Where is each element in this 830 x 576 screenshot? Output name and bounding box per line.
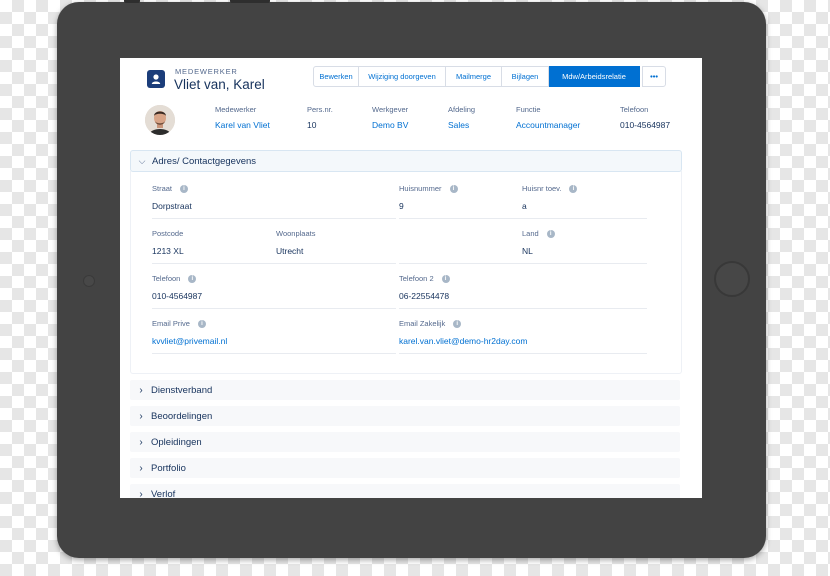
- employer-link[interactable]: Demo BV: [372, 120, 408, 130]
- field-house-number-addition: Huisnr toev. i a: [522, 184, 578, 211]
- field-value: 06-22554478: [399, 291, 450, 301]
- field-value: 1213 XL: [152, 246, 184, 256]
- avatar: [145, 105, 175, 135]
- section-header-portfolio[interactable]: › Portfolio: [130, 458, 680, 478]
- highlight-personnel-number: Pers.nr. 10: [307, 105, 333, 130]
- field-value: 9: [399, 201, 404, 211]
- employee-link[interactable]: Karel van Vliet: [215, 120, 270, 130]
- section-title: Portfolio: [151, 462, 186, 474]
- more-actions-button[interactable]: •••: [642, 66, 666, 87]
- field-value: Dorpstraat: [152, 201, 192, 211]
- tablet-top-button: [124, 0, 140, 3]
- tablet-top-button: [230, 0, 270, 3]
- divider: [399, 218, 647, 219]
- field-label: Telefoon: [152, 274, 181, 283]
- camera-icon: [83, 275, 95, 287]
- section-title: Dienstverband: [151, 384, 213, 396]
- divider: [152, 353, 396, 354]
- field-label: Email Prive: [152, 319, 190, 328]
- highlight-label: Pers.nr.: [307, 105, 333, 114]
- record-title: Vliet van, Karel: [174, 77, 265, 92]
- divider: [152, 308, 396, 309]
- highlight-value: 010-4564987: [620, 120, 671, 130]
- section-title: Beoordelingen: [151, 410, 213, 422]
- email-business-link[interactable]: karel.van.vliet@demo-hr2day.com: [399, 336, 527, 346]
- highlight-department: Afdeling Sales: [448, 105, 475, 130]
- field-email-business: Email Zakelijk i karel.van.vliet@demo-hr2…: [399, 319, 527, 346]
- field-street: Straat i Dorpstraat: [152, 184, 192, 211]
- highlight-label: Medewerker: [215, 105, 257, 114]
- info-icon[interactable]: i: [180, 184, 189, 193]
- info-icon[interactable]: i: [453, 319, 462, 328]
- section-header-leave[interactable]: › Verlof: [130, 484, 680, 498]
- submit-change-button[interactable]: Wijziging doorgeven: [359, 66, 446, 87]
- chevron-right-icon: ›: [139, 384, 143, 396]
- employment-relation-button[interactable]: Mdw/Arbeidsrelatie: [549, 66, 640, 87]
- attachments-button[interactable]: Bijlagen: [502, 66, 549, 87]
- field-label: Straat: [152, 184, 173, 193]
- field-value: a: [522, 201, 527, 211]
- info-icon[interactable]: i: [449, 184, 458, 193]
- mailmerge-button[interactable]: Mailmerge: [446, 66, 502, 87]
- field-phone-2: Telefoon 2 i 06-22554478: [399, 274, 450, 301]
- chevron-right-icon: ›: [139, 462, 143, 474]
- divider: [399, 263, 647, 264]
- field-label: Postcode: [152, 229, 184, 238]
- app-screen: MEDEWERKER Vliet van, Karel Bewerken Wij…: [120, 58, 702, 498]
- field-phone: Telefoon i 010-4564987: [152, 274, 202, 301]
- person-badge-icon: [147, 70, 165, 88]
- divider: [152, 218, 396, 219]
- section-title: Verlof: [151, 488, 176, 499]
- field-label: Huisnummer: [399, 184, 442, 193]
- section-title: Adres/ Contactgegevens: [152, 155, 257, 167]
- section-title: Opleidingen: [151, 436, 202, 448]
- highlight-phone: Telefoon 010-4564987: [620, 105, 670, 130]
- section-header-employment[interactable]: › Dienstverband: [130, 380, 680, 400]
- chevron-down-icon: ⌵: [138, 155, 146, 166]
- info-icon[interactable]: i: [569, 184, 578, 193]
- field-city: Woonplaats Utrecht: [276, 229, 315, 256]
- highlight-employer: Werkgever Demo BV: [372, 105, 408, 130]
- chevron-right-icon: ›: [139, 410, 143, 422]
- field-house-number: Huisnummer i 9: [399, 184, 458, 211]
- edit-button[interactable]: Bewerken: [313, 66, 359, 87]
- section-header-address[interactable]: ⌵ Adres/ Contactgegevens: [130, 150, 682, 172]
- highlight-label: Functie: [516, 105, 541, 114]
- field-label: Woonplaats: [276, 229, 316, 238]
- field-country: Land i NL: [522, 229, 555, 256]
- info-icon[interactable]: i: [188, 274, 197, 283]
- field-value: 010-4564987: [152, 291, 203, 301]
- field-postcode: Postcode 1213 XL: [152, 229, 184, 256]
- field-value: Utrecht: [276, 246, 304, 256]
- field-label: Telefoon 2: [399, 274, 434, 283]
- function-link[interactable]: Accountmanager: [516, 120, 580, 130]
- object-label: MEDEWERKER: [175, 67, 238, 76]
- highlight-employee: Medewerker Karel van Vliet: [215, 105, 270, 130]
- email-private-link[interactable]: kvvliet@privemail.nl: [152, 336, 227, 346]
- info-icon[interactable]: i: [197, 319, 206, 328]
- home-button[interactable]: [714, 261, 750, 297]
- highlight-function: Functie Accountmanager: [516, 105, 580, 130]
- chevron-right-icon: ›: [139, 436, 143, 448]
- divider: [399, 353, 647, 354]
- field-label: Email Zakelijk: [399, 319, 446, 328]
- highlight-label: Werkgever: [372, 105, 409, 114]
- field-email-private: Email Prive i kvvliet@privemail.nl: [152, 319, 227, 346]
- department-link[interactable]: Sales: [448, 120, 475, 130]
- address-section-body: Straat i Dorpstraat Huisnummer i 9 Huisnr …: [130, 171, 682, 374]
- info-icon[interactable]: i: [546, 229, 555, 238]
- highlight-value: 10: [307, 120, 317, 130]
- chevron-right-icon: ›: [139, 488, 143, 499]
- action-button-group: Bewerken Wijziging doorgeven Mailmerge B…: [313, 66, 666, 87]
- divider: [399, 308, 647, 309]
- divider: [152, 263, 396, 264]
- field-value: NL: [522, 246, 533, 256]
- field-label: Huisnr toev.: [522, 184, 562, 193]
- highlight-label: Afdeling: [448, 105, 476, 114]
- section-header-reviews[interactable]: › Beoordelingen: [130, 406, 680, 426]
- section-header-training[interactable]: › Opleidingen: [130, 432, 680, 452]
- info-icon[interactable]: i: [441, 274, 450, 283]
- highlight-label: Telefoon: [620, 105, 649, 114]
- field-label: Land: [522, 229, 539, 238]
